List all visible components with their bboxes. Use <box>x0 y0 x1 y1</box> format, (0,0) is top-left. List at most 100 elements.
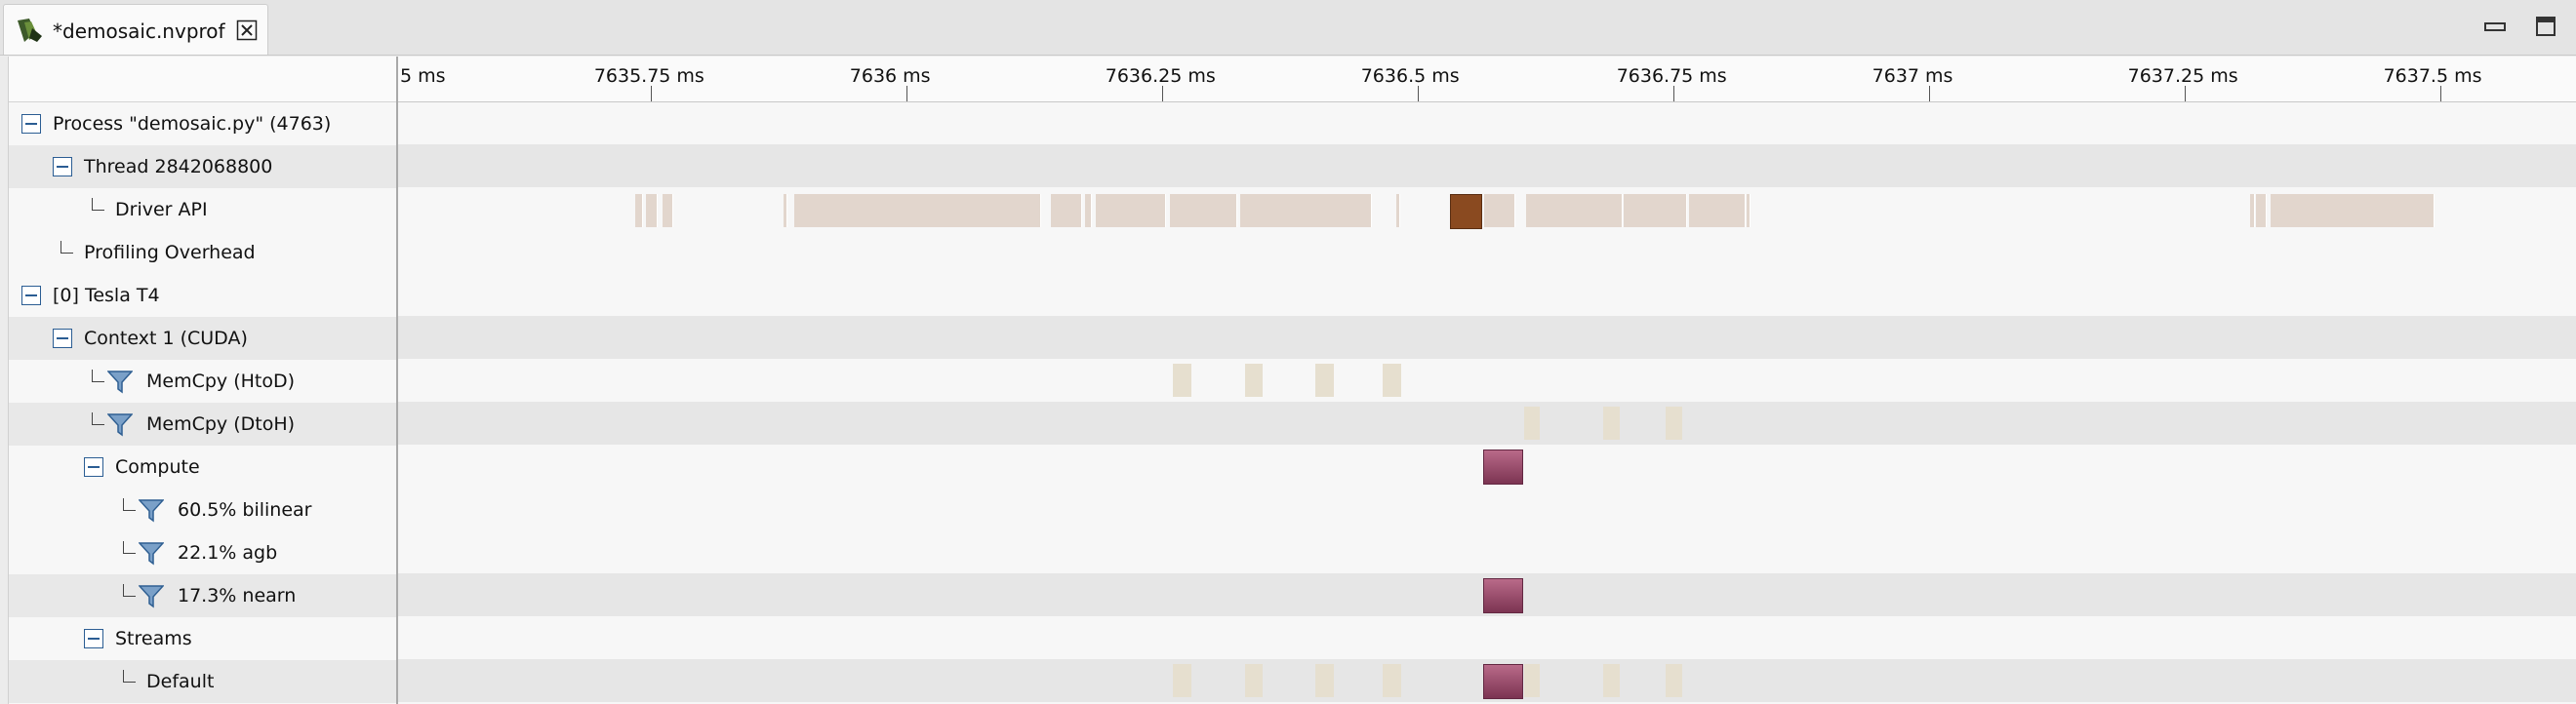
tree-branch-icon <box>92 412 104 425</box>
row-label: 17.3% nearn <box>178 585 297 606</box>
row-label: Compute <box>115 456 200 478</box>
lane-profiling-overhead <box>398 230 2576 273</box>
driver-api-call[interactable] <box>1050 194 1082 227</box>
tree-row-profiling-overhead[interactable]: Profiling Overhead <box>9 231 396 274</box>
lane-memcpy-dtoh <box>398 402 2576 445</box>
ruler-tick-label: 7637 ms <box>1872 65 1953 87</box>
memcpy-dtoh-op[interactable] <box>1523 407 1541 440</box>
driver-api-call[interactable] <box>1395 194 1400 227</box>
driver-api-call[interactable] <box>2249 194 2255 227</box>
tree-branch-icon <box>123 584 136 597</box>
ruler-tick <box>650 86 652 101</box>
memcpy-htod-op[interactable] <box>1244 364 1264 397</box>
tree-branch-icon <box>123 498 136 511</box>
tree-row-tesla-t4[interactable]: [0] Tesla T4 <box>9 274 396 317</box>
row-label: Context 1 (CUDA) <box>84 328 248 349</box>
memcpy-htod-op[interactable] <box>1173 364 1192 397</box>
default-stream-memcpy[interactable] <box>1244 664 1264 697</box>
lane-kernel-nearn <box>398 573 2576 616</box>
collapse-icon[interactable] <box>84 629 103 648</box>
driver-api-call[interactable] <box>784 194 788 227</box>
filter-icon[interactable] <box>106 413 134 437</box>
timeline-tree: Process "demosaic.py" (4763) Thread 2842… <box>9 57 398 704</box>
tree-branch-icon <box>60 241 73 254</box>
memcpy-dtoh-op[interactable] <box>1666 407 1683 440</box>
lane-streams <box>398 616 2576 659</box>
ruler-tick <box>1672 86 1674 101</box>
timeline-canvas[interactable]: 5 ms 7635.75 ms 7636 ms 7636.25 ms 7636.5 ms… <box>398 57 2576 704</box>
tree-row-kernel-nearn[interactable]: 17.3% nearn <box>9 574 396 617</box>
driver-api-call[interactable] <box>1747 194 1751 227</box>
lane-tesla-t4 <box>398 273 2576 316</box>
driver-api-call[interactable] <box>1624 194 1688 227</box>
time-ruler[interactable]: 5 ms 7635.75 ms 7636 ms 7636.25 ms 7636.5 ms… <box>398 57 2576 102</box>
tree-row-thread[interactable]: Thread 2842068800 <box>9 145 396 188</box>
tree-row-driver-api[interactable]: Driver API <box>9 188 396 231</box>
tree-branch-icon <box>92 370 104 382</box>
driver-api-call[interactable] <box>2270 194 2435 227</box>
filter-icon[interactable] <box>106 371 134 394</box>
default-stream-memcpy[interactable] <box>1383 664 1401 697</box>
default-stream-memcpy[interactable] <box>1314 664 1334 697</box>
default-stream-kernel[interactable] <box>1482 664 1523 699</box>
row-label: MemCpy (DtoH) <box>146 413 296 435</box>
driver-api-call[interactable] <box>1085 194 1093 227</box>
driver-api-call[interactable] <box>645 194 659 227</box>
ruler-tick-label: 7636.75 ms <box>1616 65 1727 87</box>
ruler-tick-label: 7635.75 ms <box>593 65 704 87</box>
row-label: MemCpy (HtoD) <box>146 371 296 392</box>
memcpy-dtoh-op[interactable] <box>1603 407 1621 440</box>
tree-branch-icon <box>123 541 136 554</box>
kernel-nearn-launch[interactable] <box>1482 578 1523 613</box>
default-stream-memcpy[interactable] <box>1666 664 1683 697</box>
tree-row-memcpy-htod[interactable]: MemCpy (HtoD) <box>9 360 396 403</box>
default-stream-memcpy[interactable] <box>1603 664 1621 697</box>
ruler-tick-label: 7636.5 ms <box>1360 65 1460 87</box>
row-label: 22.1% agb <box>178 542 278 564</box>
driver-api-call[interactable] <box>793 194 1042 227</box>
nvprof-file-icon <box>16 17 45 48</box>
tree-header <box>9 57 396 102</box>
tree-row-streams[interactable]: Streams <box>9 617 396 660</box>
tree-row-default-stream[interactable]: Default <box>9 660 396 703</box>
filter-icon[interactable] <box>138 499 165 523</box>
minimize-icon[interactable] <box>2480 12 2510 41</box>
driver-api-call[interactable] <box>663 194 673 227</box>
collapse-icon[interactable] <box>21 114 41 134</box>
close-tab-icon[interactable] <box>236 20 258 41</box>
driver-api-call[interactable] <box>1240 194 1372 227</box>
maximize-icon[interactable] <box>2531 12 2560 41</box>
driver-api-call[interactable] <box>1483 194 1516 227</box>
driver-api-call[interactable] <box>635 194 644 227</box>
driver-api-call[interactable] <box>1095 194 1166 227</box>
default-stream-memcpy[interactable] <box>1523 664 1541 697</box>
memcpy-htod-op[interactable] <box>1314 364 1334 397</box>
row-label: 60.5% bilinear <box>178 499 312 521</box>
default-stream-memcpy[interactable] <box>1173 664 1192 697</box>
ruler-tick <box>906 86 907 101</box>
tree-row-kernel-agb[interactable]: 22.1% agb <box>9 531 396 574</box>
compute-kernel[interactable] <box>1482 450 1523 485</box>
lane-context <box>398 316 2576 359</box>
collapse-icon[interactable] <box>84 457 103 477</box>
tree-row-compute[interactable]: Compute <box>9 446 396 489</box>
filter-icon[interactable] <box>138 542 165 566</box>
lane-thread <box>398 144 2576 187</box>
driver-api-call[interactable] <box>1689 194 1747 227</box>
driver-api-call-selected[interactable] <box>1450 194 1482 229</box>
driver-api-call[interactable] <box>1525 194 1624 227</box>
tree-row-memcpy-dtoh[interactable]: MemCpy (DtoH) <box>9 403 396 446</box>
collapse-icon[interactable] <box>53 329 72 348</box>
memcpy-htod-op[interactable] <box>1383 364 1401 397</box>
ruler-tick-label: 7637.5 ms <box>2383 65 2482 87</box>
driver-api-call[interactable] <box>1170 194 1238 227</box>
collapse-icon[interactable] <box>21 286 41 305</box>
collapse-icon[interactable] <box>53 157 72 176</box>
tab-demosaic-nvprof[interactable]: *demosaic.nvprof <box>3 4 268 55</box>
tree-row-process[interactable]: Process "demosaic.py" (4763) <box>9 102 396 145</box>
tree-row-kernel-bilinear[interactable]: 60.5% bilinear <box>9 489 396 531</box>
driver-api-call[interactable] <box>2255 194 2268 227</box>
tree-row-context[interactable]: Context 1 (CUDA) <box>9 317 396 360</box>
filter-icon[interactable] <box>138 585 165 608</box>
ruler-tick-label: 7636.25 ms <box>1105 65 1216 87</box>
